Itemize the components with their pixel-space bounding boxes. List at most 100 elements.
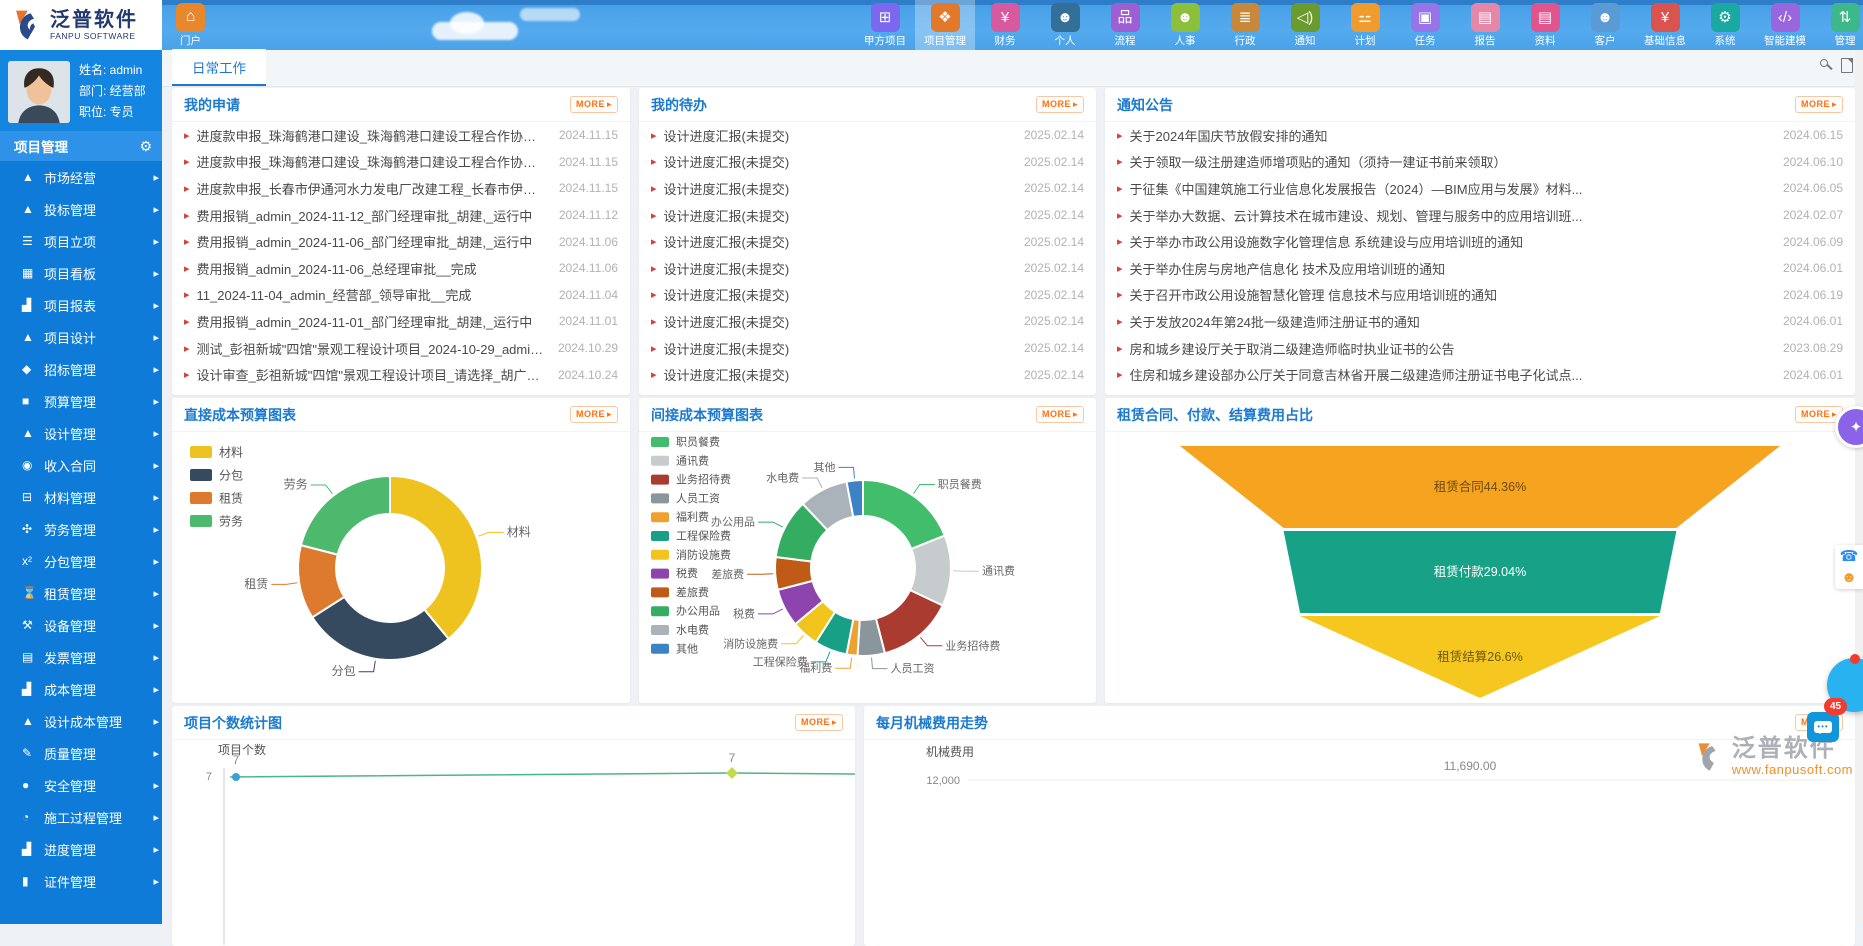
top-nav-item-13[interactable]: ¥基础信息	[1635, 0, 1695, 50]
top-nav-item-15[interactable]: ‹/›智能建模	[1755, 0, 1815, 50]
sidebar-module-title: 项目管理	[14, 136, 68, 156]
sidebar-item-1[interactable]: ▲投标管理	[0, 193, 162, 225]
sidebar-item-6[interactable]: ◆招标管理	[0, 353, 162, 385]
sidebar-item-8[interactable]: ▲设计管理	[0, 417, 162, 449]
sidebar-item-3[interactable]: ▦项目看板	[0, 257, 162, 289]
list-item[interactable]: 费用报销_admin_2024-11-01_部门经理审批_胡建,_运行中2024…	[172, 308, 630, 335]
list-item[interactable]: 设计进度汇报(未提交)2025.02.14	[639, 228, 1096, 255]
top-nav-item-1[interactable]: ❖项目管理	[915, 0, 975, 50]
list-item[interactable]: 设计审查_彭祖新城"四馆"景观工程设计项目_请选择_胡广生_2024-10-2.…	[172, 361, 630, 388]
top-nav-item-7[interactable]: ◁)通知	[1275, 0, 1335, 50]
sidebar-item-17[interactable]: ▲设计成本管理	[0, 705, 162, 737]
list-item[interactable]: 测试_彭祖新城"四馆"景观工程设计项目_2024-10-29_admin_结束_…	[172, 335, 630, 362]
more-button[interactable]: MORE	[570, 96, 618, 113]
top-nav-item-10[interactable]: ▤报告	[1455, 0, 1515, 50]
list-item-date: 2024.10.24	[558, 368, 618, 382]
sidebar-item-7[interactable]: ■预算管理	[0, 385, 162, 417]
list-item-date: 2024.11.06	[559, 261, 618, 275]
more-button[interactable]: MORE	[1036, 96, 1084, 113]
list-item[interactable]: 关于举办住房与房地产信息化 技术及应用培训班的通知2024.06.01	[1105, 255, 1855, 282]
top-nav-item-4[interactable]: 品流程	[1095, 0, 1155, 50]
list-item[interactable]: 设计进度汇报(未提交)2025.02.14	[639, 175, 1096, 202]
list-item[interactable]: 设计进度汇报(未提交)2025.02.14	[639, 202, 1096, 229]
sidebar-item-14[interactable]: ⚒设备管理	[0, 609, 162, 641]
list-item-text: 设计进度汇报(未提交)	[664, 339, 1012, 358]
list-item[interactable]: 费用报销_admin_2024-11-06_总经理审批__完成2024.11.0…	[172, 255, 630, 282]
list-item[interactable]: 11_2024-11-04_admin_经营部_领导审批__完成2024.11.…	[172, 282, 630, 309]
top-nav-item-9[interactable]: ▣任务	[1395, 0, 1455, 50]
sidebar-module-header[interactable]: 项目管理 ⚙	[0, 131, 162, 161]
list-item[interactable]: 设计进度汇报(未提交)2025.02.14	[639, 149, 1096, 176]
list-item[interactable]: 关于2024年国庆节放假安排的通知2024.06.15	[1105, 122, 1855, 149]
sidebar-item-9[interactable]: ◉收入合同	[0, 449, 162, 481]
sidebar-item-4[interactable]: ▟项目报表	[0, 289, 162, 321]
list-item[interactable]: 关于领取一级注册建造师增项贴的通知（须持一建证书前来领取）2024.06.10	[1105, 149, 1855, 176]
nav-portal[interactable]: ⌂ 门户	[170, 0, 211, 50]
sidebar-item-15[interactable]: ▤发票管理	[0, 641, 162, 673]
sidebar-item-18[interactable]: ✎质量管理	[0, 737, 162, 769]
chat-bubble-icon[interactable]: •••	[1807, 712, 1839, 742]
top-nav-item-5[interactable]: ☻人事	[1155, 0, 1215, 50]
list-item[interactable]: 设计进度汇报(未提交)2025.02.14	[639, 361, 1096, 388]
list-item[interactable]: 进度款申报_珠海鹤港口建设_珠海鹤港口建设工程合作协议书_admin_...20…	[172, 122, 630, 149]
sidebar-item-label: 材料管理	[44, 488, 96, 507]
top-nav-item-16[interactable]: ⇅管理	[1815, 0, 1863, 50]
list-item-text: 关于2024年国庆节放假安排的通知	[1130, 126, 1771, 145]
phone-icon[interactable]: ☎	[1840, 549, 1859, 564]
person-icon: ☻	[1051, 3, 1080, 32]
top-nav-item-8[interactable]: ⚍计划	[1335, 0, 1395, 50]
list-item[interactable]: 设计进度汇报(未提交)2025.02.14	[639, 308, 1096, 335]
gear-icon[interactable]: ⚙	[139, 138, 152, 155]
list-item[interactable]: 设计进度汇报(未提交)2025.02.14	[639, 282, 1096, 309]
list-item[interactable]: 关于发放2024年第24批一级建造师注册证书的通知2024.06.01	[1105, 308, 1855, 335]
top-nav-item-14[interactable]: ⚙系统	[1695, 0, 1755, 50]
sidebar-item-12[interactable]: x²分包管理	[0, 545, 162, 577]
list-item[interactable]: 设计进度汇报(未提交)2025.02.14	[639, 335, 1096, 362]
tab-daily-work[interactable]: 日常工作	[172, 49, 266, 86]
key-icon[interactable]	[1820, 59, 1833, 72]
sidebar-item-2[interactable]: ☰项目立项	[0, 225, 162, 257]
page-icon[interactable]	[1841, 58, 1853, 73]
sidebar-item-0[interactable]: ▲市场经营	[0, 161, 162, 193]
sidebar-item-5[interactable]: ▲项目设计	[0, 321, 162, 353]
qq-icon[interactable]: ☻	[1841, 570, 1857, 585]
sidebar-item-13[interactable]: ⌛租赁管理	[0, 577, 162, 609]
list-item[interactable]: 费用报销_admin_2024-11-06_部门经理审批_胡建,_运行中2024…	[172, 228, 630, 255]
list-item[interactable]: 关于举办市政公用设施数字化管理信息 系统建设与应用培训班的通知2024.06.0…	[1105, 228, 1855, 255]
top-nav-item-2[interactable]: ¥财务	[975, 0, 1035, 50]
list-item[interactable]: 住房和城乡建设部办公厅关于同意吉林省开展二级建造师注册证书电子化试点...202…	[1105, 361, 1855, 388]
top-nav-item-6[interactable]: ≣行政	[1215, 0, 1275, 50]
sidebar-item-16[interactable]: ▟成本管理	[0, 673, 162, 705]
sidebar-item-11[interactable]: ✣劳务管理	[0, 513, 162, 545]
list-item[interactable]: 房和城乡建设厅关于取消二级建造师临时执业证书的公告2023.08.29	[1105, 335, 1855, 362]
svg-text:福利费: 福利费	[676, 510, 709, 524]
more-button[interactable]: MORE	[1795, 96, 1843, 113]
top-nav-item-11[interactable]: ▤资料	[1515, 0, 1575, 50]
top-nav-item-label: 人事	[1175, 33, 1196, 48]
list-item-text: 11_2024-11-04_admin_经营部_领导审批__完成	[197, 285, 547, 304]
top-nav-item-12[interactable]: ☻客户	[1575, 0, 1635, 50]
more-button[interactable]: MORE	[570, 406, 618, 423]
list-item[interactable]: 关于召开市政公用设施智慧化管理 信息技术与应用培训班的通知2024.06.19	[1105, 282, 1855, 309]
list-item-text: 设计进度汇报(未提交)	[664, 312, 1012, 331]
top-nav-item-3[interactable]: ☻个人	[1035, 0, 1095, 50]
sidebar-item-19[interactable]: ●安全管理	[0, 769, 162, 801]
list-item-text: 住房和城乡建设部办公厅关于同意吉林省开展二级建造师注册证书电子化试点...	[1130, 365, 1771, 384]
list-item[interactable]: 关于举办大数据、云计算技术在城市建设、规划、管理与服务中的应用培训班...202…	[1105, 202, 1855, 229]
list-item[interactable]: 进度款申报_长春市伊通河水力发电厂改建工程_长春市伊通河水力发电...2024.…	[172, 175, 630, 202]
list-item[interactable]: 于征集《中国建筑施工行业信息化发展报告（2024）—BIM应用与发展》材料...…	[1105, 175, 1855, 202]
more-button[interactable]: MORE	[795, 714, 843, 731]
sidebar-item-21[interactable]: ▟进度管理	[0, 833, 162, 865]
list-item[interactable]: 设计进度汇报(未提交)2025.02.14	[639, 122, 1096, 149]
list-item[interactable]: 设计进度汇报(未提交)2025.02.14	[639, 255, 1096, 282]
svg-text:消防设施费: 消防设施费	[723, 636, 778, 650]
top-nav-item-0[interactable]: ⊞甲方项目	[855, 0, 915, 50]
sidebar-item-22[interactable]: ▮证件管理	[0, 865, 162, 897]
sidebar-item-20[interactable]: ◔施工过程管理	[0, 801, 162, 833]
more-button[interactable]: MORE	[1036, 406, 1084, 423]
list-item-text: 关于举办市政公用设施数字化管理信息 系统建设与应用培训班的通知	[1130, 232, 1771, 251]
list-item[interactable]: 进度款申报_珠海鹤港口建设_珠海鹤港口建设工程合作协议书_admin_...20…	[172, 149, 630, 176]
sidebar-item-10[interactable]: ⊟材料管理	[0, 481, 162, 513]
mountain-icon: ▲	[22, 170, 44, 184]
list-item[interactable]: 费用报销_admin_2024-11-12_部门经理审批_胡建,_运行中2024…	[172, 202, 630, 229]
